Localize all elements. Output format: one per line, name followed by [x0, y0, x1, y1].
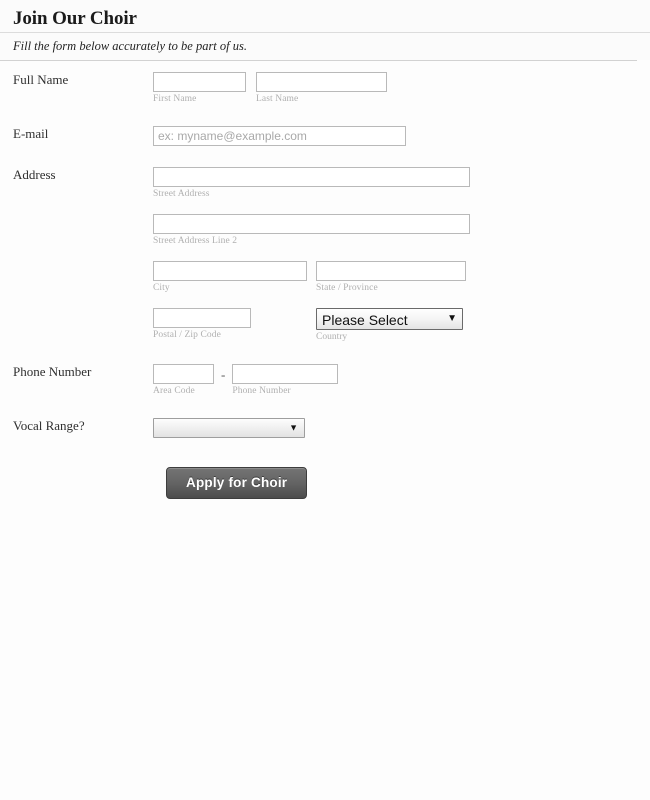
- field-vocal-range: Vocal Range? ▼: [0, 418, 650, 443]
- country-select[interactable]: Please Select: [316, 308, 463, 330]
- city-sub-label: City: [153, 283, 170, 293]
- area-code-input[interactable]: [153, 364, 214, 384]
- form-page: Join Our Choir Fill the form below accur…: [0, 0, 650, 800]
- area-code-group: Area Code: [153, 364, 214, 397]
- phone-number-sub-label: Phone Number: [232, 386, 291, 396]
- street-address-sub-label: Street Address: [153, 189, 210, 199]
- phone-number-input[interactable]: [232, 364, 339, 384]
- street-address-group: Street Address: [153, 167, 650, 200]
- vocal-range-controls: ▼: [153, 418, 650, 443]
- form-subtitle: Fill the form below accurately to be par…: [13, 39, 247, 53]
- street-address-2-input[interactable]: [153, 214, 470, 234]
- first-name-sub-label: First Name: [153, 94, 197, 104]
- state-province-sub-label: State / Province: [316, 283, 378, 293]
- label-address: Address: [13, 167, 56, 182]
- vocal-range-select-wrapper[interactable]: ▼: [153, 418, 305, 438]
- last-name-group: Last Name: [256, 72, 387, 105]
- country-select-wrapper[interactable]: Please Select ▼: [316, 308, 463, 330]
- last-name-sub-label: Last Name: [256, 94, 299, 104]
- label-email: E-mail: [13, 126, 49, 141]
- form-body: Full Name First Name Last Name E-mail ex…: [0, 61, 650, 499]
- postal-country-row: Postal / Zip Code Please Select ▼ Countr…: [153, 308, 650, 343]
- field-email: E-mail: [0, 126, 650, 146]
- address-controls: Street Address Street Address Line 2 Cit…: [153, 167, 650, 343]
- last-name-input[interactable]: [256, 72, 387, 92]
- phone-separator: -: [221, 367, 226, 382]
- email-input[interactable]: [153, 126, 406, 146]
- street-address-input[interactable]: [153, 167, 470, 187]
- vocal-range-select[interactable]: [153, 418, 305, 438]
- country-sub-label: Country: [316, 332, 348, 342]
- label-phone-number: Phone Number: [13, 364, 92, 379]
- postal-zip-sub-label: Postal / Zip Code: [153, 330, 221, 340]
- page-title: Join Our Choir: [13, 8, 137, 29]
- street-address-2-group: Street Address Line 2: [153, 214, 650, 247]
- label-vocal-range: Vocal Range?: [13, 418, 85, 433]
- state-province-input[interactable]: [316, 261, 466, 281]
- postal-group: Postal / Zip Code: [153, 308, 251, 341]
- postal-zip-input[interactable]: [153, 308, 251, 328]
- state-group: State / Province: [316, 261, 466, 294]
- full-name-controls: First Name Last Name: [153, 72, 650, 105]
- field-phone-number: Phone Number Area Code - Phone Number: [0, 364, 650, 397]
- city-group: City: [153, 261, 307, 294]
- area-code-sub-label: Area Code: [153, 386, 195, 396]
- city-input[interactable]: [153, 261, 307, 281]
- phone-controls: Area Code - Phone Number: [153, 364, 650, 397]
- apply-for-choir-button[interactable]: Apply for Choir: [166, 467, 308, 499]
- label-full-name: Full Name: [13, 72, 69, 87]
- email-controls: [153, 126, 650, 146]
- form-header: Join Our Choir Fill the form below accur…: [0, 0, 650, 60]
- phone-number-group: Phone Number: [232, 364, 339, 397]
- submit-row: Apply for Choir: [0, 443, 650, 499]
- first-name-group: First Name: [153, 72, 246, 105]
- city-state-row: City State / Province: [153, 261, 650, 294]
- street-address-2-sub-label: Street Address Line 2: [153, 236, 238, 246]
- field-full-name: Full Name First Name Last Name: [0, 72, 650, 105]
- field-address: Address Street Address Street Address Li…: [0, 167, 650, 343]
- country-group: Please Select ▼ Country: [316, 308, 463, 343]
- first-name-input[interactable]: [153, 72, 246, 92]
